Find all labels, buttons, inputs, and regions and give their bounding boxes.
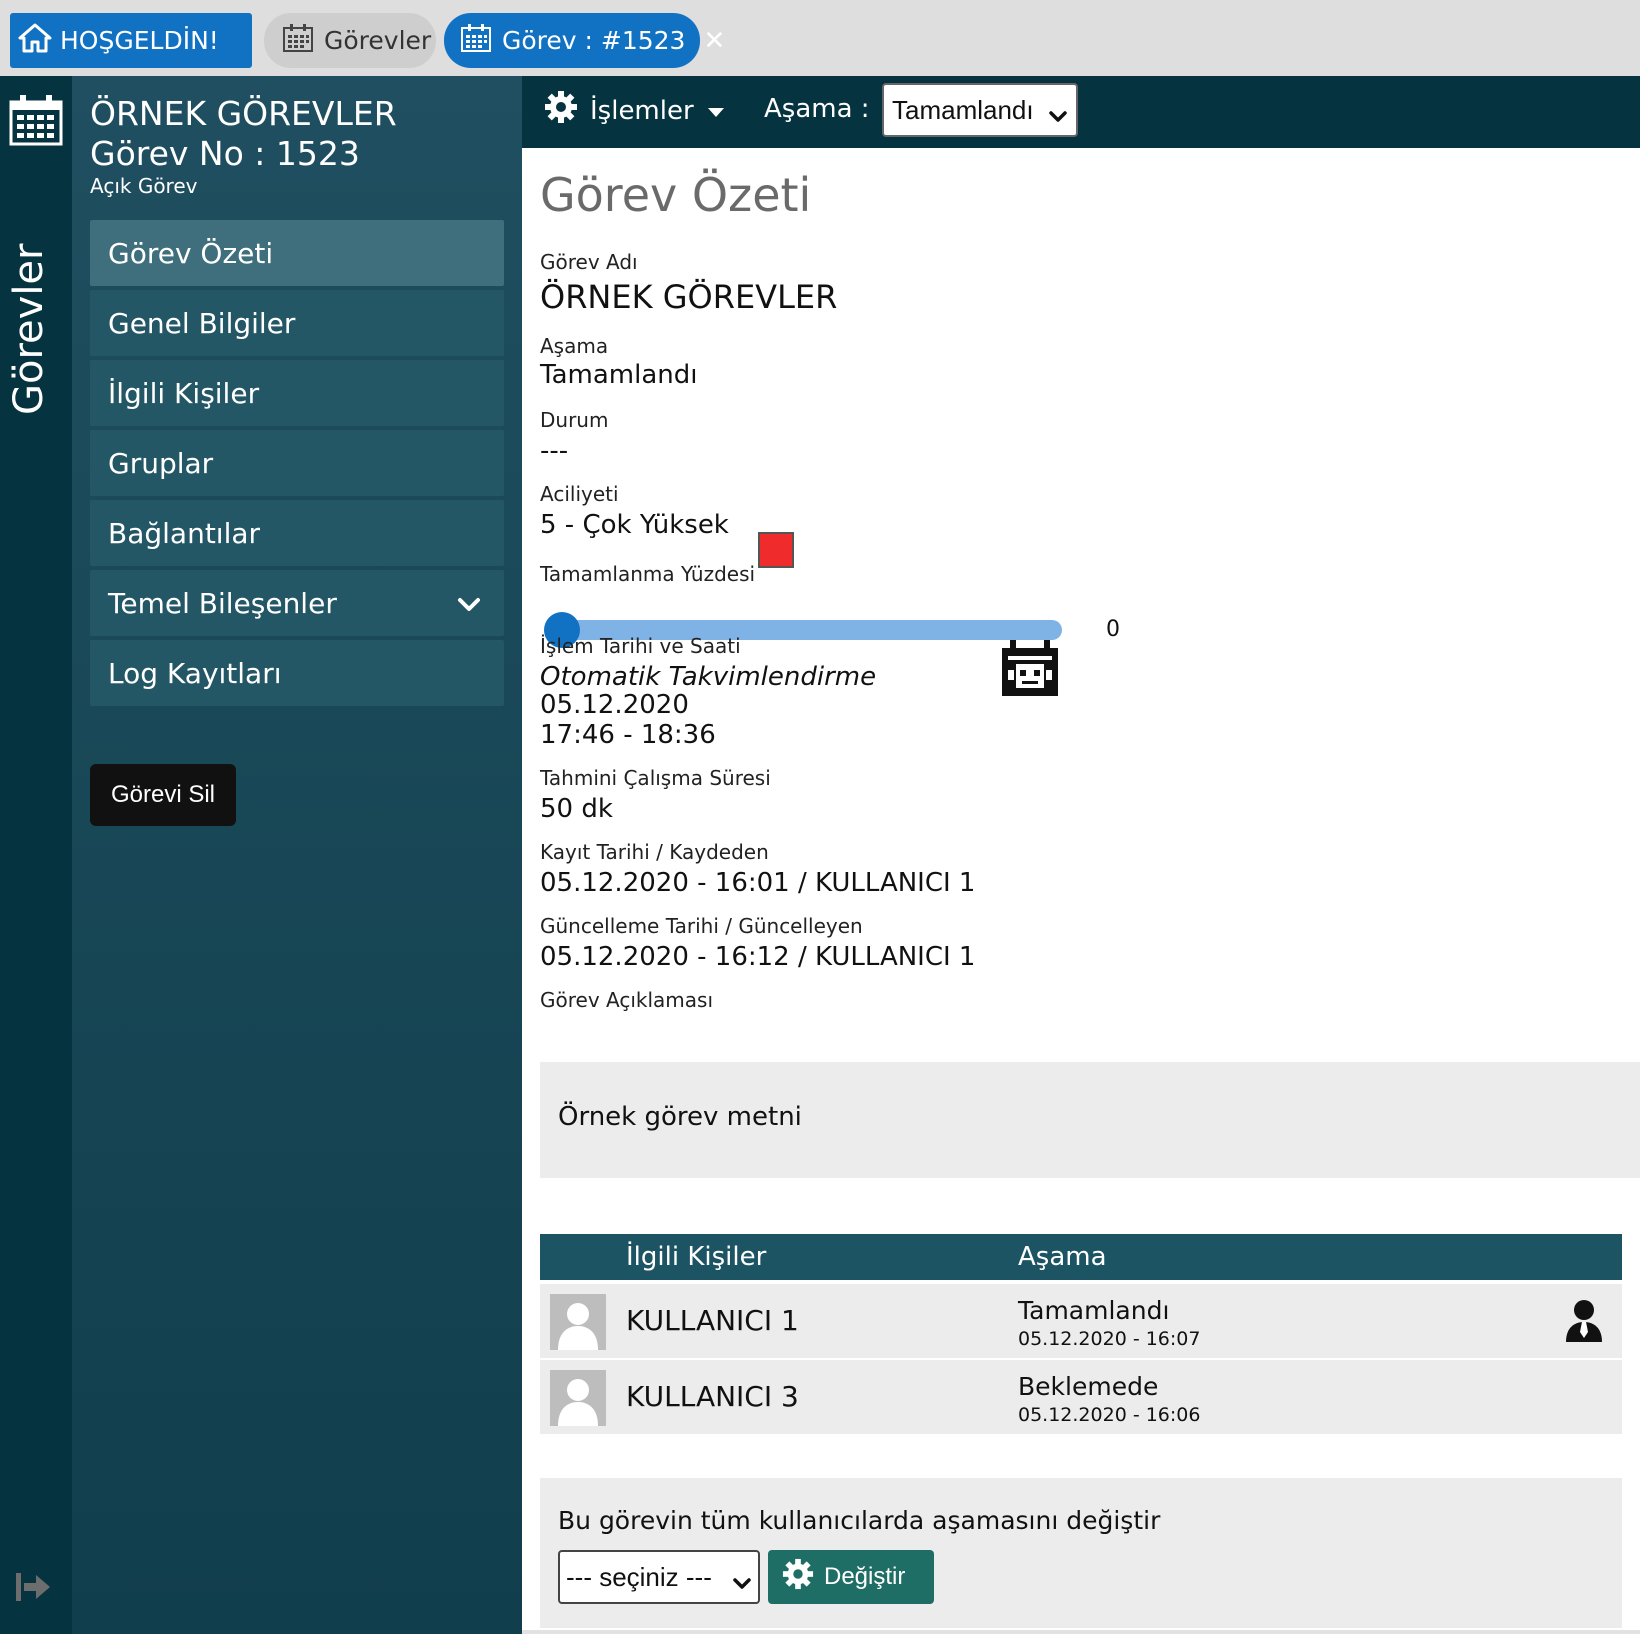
user-manager-icon[interactable] [1562, 1298, 1606, 1348]
updated-field-label: Güncelleme Tarihi / Güncelleyen [540, 914, 863, 938]
urgency-field-label: Aciliyeti [540, 482, 619, 506]
menu-item-label: Temel Bileşenler [108, 586, 337, 620]
menu-item-label: Gruplar [108, 446, 214, 480]
person-name: KULLANICI 3 [626, 1380, 799, 1413]
action-bar: İşlemler Aşama : Tamamlandı [522, 76, 1640, 148]
home-icon [18, 22, 52, 60]
tab-home[interactable]: HOŞGELDİN! [10, 13, 252, 68]
time-value: 17:46 - 18:36 [540, 720, 716, 750]
change-stage-label: Değiştir [824, 1563, 906, 1590]
duration-value: 50 dk [540, 794, 613, 824]
bulk-stage-select[interactable]: --- seçiniz --- [558, 1550, 760, 1604]
menu-item-label: Log Kayıtları [108, 656, 282, 690]
menu-item-related-people[interactable]: İlgili Kişiler [90, 360, 504, 426]
calendar-icon [460, 23, 492, 59]
created-field-label: Kayıt Tarihi / Kaydeden [540, 840, 769, 864]
chevron-down-icon [456, 590, 482, 623]
chevron-down-icon [1048, 101, 1068, 132]
person-stage: Tamamlandı [1018, 1296, 1170, 1325]
menu-item-groups[interactable]: Gruplar [90, 430, 504, 496]
menu-item-logs[interactable]: Log Kayıtları [90, 640, 504, 706]
column-header-stage: Aşama [1018, 1242, 1107, 1272]
tab-bar: HOŞGELDİN! Görevler Görev : #1523 ✕ [0, 0, 1640, 76]
duration-field-label: Tahmini Çalışma Süresi [540, 766, 771, 790]
task-name-heading: ÖRNEK GÖREVLER [90, 94, 397, 133]
datetime-field-label: İşlem Tarihi ve Saati [540, 634, 741, 658]
person-stage-date: 05.12.2020 - 16:06 [1018, 1404, 1201, 1426]
auto-schedule-label: Otomatik Takvimlendirme [540, 662, 877, 692]
stage-label: Aşama : [764, 94, 870, 124]
avatar [550, 1294, 606, 1350]
calendar-icon[interactable] [8, 94, 64, 150]
robot-calendar-icon [1000, 640, 1060, 702]
status-field-label: Durum [540, 408, 609, 432]
person-stage-date: 05.12.2020 - 16:07 [1018, 1328, 1201, 1350]
logout-icon[interactable] [14, 1570, 54, 1608]
stage-field-value: Tamamlandı [540, 360, 698, 390]
side-rail: Görevler [0, 76, 72, 1634]
caret-down-icon [706, 96, 726, 126]
table-header: İlgili Kişiler Aşama [540, 1234, 1622, 1280]
bulk-stage-select-value: --- seçiniz --- [566, 1561, 712, 1592]
menu-item-label: Bağlantılar [108, 516, 261, 550]
menu-item-links[interactable]: Bağlantılar [90, 500, 504, 566]
close-icon[interactable]: ✕ [703, 28, 725, 54]
tab-tasks-label: Görevler [324, 26, 432, 55]
stage-select[interactable]: Tamamlandı [882, 83, 1078, 137]
tab-task-1523[interactable]: Görev : #1523 ✕ [444, 13, 725, 68]
operations-menu[interactable]: İşlemler [544, 90, 726, 131]
menu-item-base-components[interactable]: Temel Bileşenler [90, 570, 504, 636]
updated-value: 05.12.2020 - 16:12 / KULLANICI 1 [540, 942, 976, 972]
stage-select-value: Tamamlandı [892, 94, 1034, 125]
stage-field-label: Aşama [540, 334, 609, 358]
task-name-value: ÖRNEK GÖREVLER [540, 278, 838, 316]
task-name-label: Görev Adı [540, 250, 638, 274]
urgency-field-value: 5 - Çok Yüksek [540, 510, 729, 540]
table-row[interactable]: KULLANICI 3 Beklemede 05.12.2020 - 16:06 [540, 1360, 1622, 1434]
delete-task-button[interactable]: Görevi Sil [90, 764, 236, 826]
menu-item-task-summary[interactable]: Görev Özeti [90, 220, 504, 286]
avatar [550, 1370, 606, 1426]
completion-value: 0 [1106, 617, 1120, 642]
tab-tasks[interactable]: Görevler [264, 13, 436, 68]
page-title: Görev Özeti [540, 168, 812, 222]
urgency-color-swatch [758, 532, 794, 568]
completion-field-label: Tamamlanma Yüzdesi [540, 562, 756, 586]
menu-item-general-info[interactable]: Genel Bilgiler [90, 290, 504, 356]
date-value: 05.12.2020 [540, 690, 689, 720]
gear-icon [782, 1558, 814, 1597]
main-panel: İşlemler Aşama : Tamamlandı Görev Özeti … [522, 76, 1640, 1630]
created-value: 05.12.2020 - 16:01 / KULLANICI 1 [540, 868, 976, 898]
person-name: KULLANICI 1 [626, 1304, 799, 1337]
rail-title[interactable]: Görevler [0, 243, 58, 414]
bulk-stage-change-text: Bu görevin tüm kullanıcılarda aşamasını … [558, 1506, 1161, 1535]
operations-label: İşlemler [590, 95, 694, 126]
chevron-down-icon [732, 1568, 752, 1599]
description-box: Örnek görev metni [540, 1062, 1640, 1178]
tab-active-label: Görev : #1523 [502, 26, 686, 55]
tab-home-label: HOŞGELDİN! [60, 26, 219, 55]
menu-item-label: Görev Özeti [108, 236, 274, 270]
menu-item-label: İlgili Kişiler [108, 376, 260, 410]
task-number-heading: Görev No : 1523 [90, 134, 360, 173]
column-header-people: İlgili Kişiler [626, 1242, 767, 1272]
person-stage: Beklemede [1018, 1372, 1159, 1401]
status-field-value: --- [540, 436, 569, 466]
bulk-stage-change-panel: Bu görevin tüm kullanıcılarda aşamasını … [540, 1478, 1622, 1628]
gear-icon [544, 90, 578, 131]
description-text: Örnek görev metni [558, 1102, 802, 1132]
task-state-label: Açık Görev [90, 174, 198, 198]
description-field-label: Görev Açıklaması [540, 988, 714, 1012]
calendar-icon [282, 23, 314, 59]
table-row[interactable]: KULLANICI 1 Tamamlandı 05.12.2020 - 16:0… [540, 1284, 1622, 1358]
menu-item-label: Genel Bilgiler [108, 306, 296, 340]
task-sidebar: ÖRNEK GÖREVLER Görev No : 1523 Açık Göre… [72, 76, 522, 1634]
change-stage-button[interactable]: Değiştir [768, 1550, 934, 1604]
